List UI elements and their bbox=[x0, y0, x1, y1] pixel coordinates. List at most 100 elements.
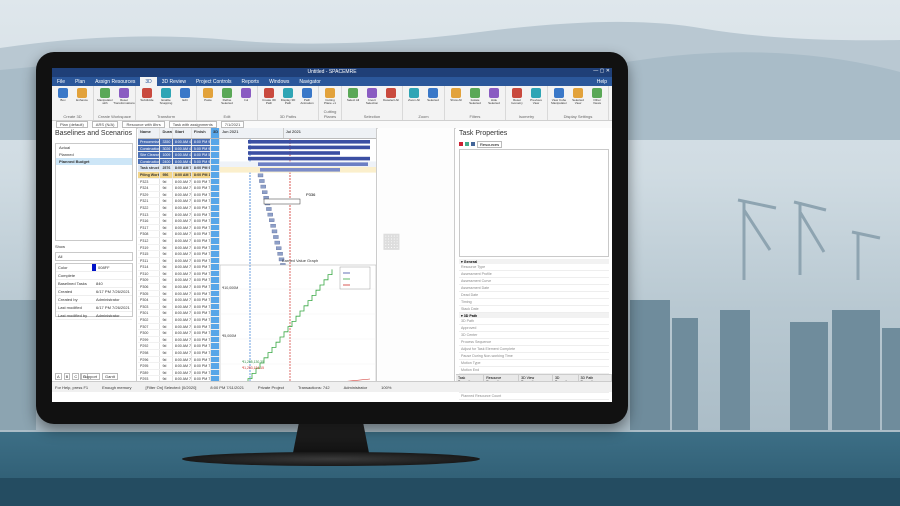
table-row[interactable]: P3049d8:00 AM 7/13/20218:00 PM 7/14/2021 bbox=[138, 297, 220, 304]
resources-button[interactable]: Resources bbox=[477, 140, 503, 148]
table-row[interactable]: P3019d8:00 AM 7/14/20218:00 PM 7/15/2021 bbox=[138, 310, 220, 318]
window-controls[interactable]: — ▢ ✕ bbox=[593, 68, 610, 74]
tab-gantt[interactable]: Gantt bbox=[102, 373, 118, 380]
menu-item-project-controls[interactable]: Project Controls bbox=[191, 77, 237, 86]
table-row[interactable]: Precommission33508:00 AM 4/26/20218:00 P… bbox=[138, 139, 220, 146]
table-row[interactable]: P3029d8:00 AM 7/14/20218:00 PM 7/15/2021 bbox=[138, 317, 220, 324]
table-row[interactable]: P3299d8:00 AM 7/5/20218:00 PM 7/6/2021 bbox=[138, 191, 220, 199]
table-row[interactable]: P3079d8:00 AM 7/15/20218:00 PM 7/16/2021 bbox=[138, 323, 220, 331]
toolbar-icon[interactable] bbox=[465, 142, 469, 146]
table-row[interactable]: P2959d8:00 AM 7/18/20218:00 PM 7/19/2021 bbox=[138, 363, 220, 370]
property-value[interactable] bbox=[534, 299, 609, 305]
table-row[interactable]: P3039d8:00 AM 7/13/20218:00 PM 7/14/2021 bbox=[138, 303, 220, 311]
table-row[interactable]: P3159d8:00 AM 7/9/20218:00 PM 7/10/2021 bbox=[138, 251, 220, 258]
column-header[interactable]: Duratio n bbox=[160, 128, 173, 138]
table-row[interactable]: Task structure A125768:00 AM 7/1/20218:0… bbox=[138, 165, 220, 172]
property-value[interactable] bbox=[94, 272, 132, 279]
status-user: Administrator bbox=[343, 384, 368, 390]
property-value[interactable] bbox=[534, 325, 609, 331]
property-name: Created by bbox=[58, 297, 78, 302]
table-row[interactable]: P3139d8:00 AM 7/6/20218:00 PM 7/7/2021 bbox=[138, 211, 220, 219]
property-value[interactable] bbox=[534, 318, 609, 324]
letter-tab[interactable]: A bbox=[55, 373, 62, 380]
table-row[interactable]: P3199d8:00 AM 7/9/20218:00 PM 7/10/2021 bbox=[138, 244, 220, 252]
table-row[interactable]: P3219d8:00 AM 7/5/20218:00 PM 7/6/2021 bbox=[138, 198, 220, 205]
plan-combo[interactable]: Plan (default) bbox=[56, 121, 88, 128]
menu-item-file[interactable]: File bbox=[52, 77, 70, 86]
property-value[interactable] bbox=[534, 278, 609, 284]
property-value[interactable] bbox=[534, 346, 609, 352]
table-row[interactable]: P3069d8:00 AM 7/12/20218:00 PM 7/13/2021 bbox=[138, 284, 220, 291]
menu-item-plan[interactable]: Plan bbox=[70, 77, 90, 86]
property-value[interactable] bbox=[534, 292, 609, 298]
menu-item-windows[interactable]: Windows bbox=[264, 77, 294, 86]
menu-item-reports[interactable]: Reports bbox=[237, 77, 265, 86]
column-header[interactable]: 3D Relati bbox=[210, 128, 220, 138]
letter-tab[interactable]: B bbox=[63, 373, 71, 380]
property-value[interactable] bbox=[534, 339, 609, 345]
table-row[interactable]: P3179d8:00 AM 7/7/20218:00 PM 7/8/2021 bbox=[138, 224, 220, 232]
column-header[interactable]: Name bbox=[138, 128, 161, 138]
table-row[interactable]: P3099d8:00 AM 7/11/20218:00 PM 7/12/2021 bbox=[138, 277, 220, 285]
table-row[interactable]: P3059d8:00 AM 7/12/20218:00 PM 7/13/2021 bbox=[138, 290, 220, 298]
property-value[interactable]: 6/17 PM 7/26/2021 bbox=[94, 304, 132, 311]
table-row[interactable]: P3089d8:00 AM 7/8/20218:00 PM 7/9/2021 bbox=[138, 231, 220, 238]
help-menu[interactable]: Help bbox=[592, 77, 612, 86]
table-row[interactable]: P3109d8:00 AM 7/11/20218:00 PM 7/12/2021 bbox=[138, 270, 220, 278]
date-field[interactable]: 7/1/2021 bbox=[220, 121, 245, 128]
table-row[interactable]: P3119d8:00 AM 7/10/20218:00 PM 7/11/2021 bbox=[138, 257, 220, 265]
table-row[interactable]: P3149d8:00 AM 7/10/20218:00 PM 7/11/2021 bbox=[138, 264, 220, 271]
tab-support[interactable]: Support bbox=[80, 373, 101, 380]
table-row[interactable]: Piling Works9568:00 AM 7/4/20218:00 PM 1… bbox=[138, 171, 220, 179]
property-value[interactable]: 008FF bbox=[92, 264, 132, 271]
column-header[interactable]: Finish bbox=[192, 128, 211, 138]
property-value[interactable] bbox=[534, 285, 609, 291]
menu-item-navigator[interactable]: Navigator bbox=[294, 77, 325, 86]
table-row[interactable]: P3229d8:00 AM 7/6/20218:00 PM 7/7/2021 bbox=[138, 204, 220, 212]
table-row[interactable]: P2899d8:00 AM 7/18/20218:00 PM 7/19/2021 bbox=[138, 369, 220, 377]
show-dropdown[interactable]: All bbox=[55, 252, 133, 261]
table-cell: 8:00 PM 7/10/2021 bbox=[193, 244, 211, 251]
property-value[interactable]: Administrator bbox=[94, 296, 132, 303]
table-row[interactable]: P3249d8:00 AM 7/4/20218:00 PM 7/5/2021 bbox=[138, 185, 220, 192]
property-value[interactable] bbox=[534, 271, 609, 277]
table-row[interactable]: P3239d8:00 AM 7/4/20218:00 PM 7/5/2021 bbox=[138, 178, 220, 186]
table-row[interactable]: P2969d8:00 AM 7/17/20218:00 PM 7/18/2021 bbox=[138, 356, 220, 364]
3d-view[interactable]: ▦ bbox=[378, 128, 455, 392]
table-row[interactable]: P2999d8:00 AM 7/16/20218:00 PM 7/17/2021 bbox=[138, 336, 220, 344]
table-row[interactable]: P2989d8:00 AM 7/17/20218:00 PM 7/18/2021 bbox=[138, 350, 220, 357]
property-value[interactable] bbox=[534, 264, 609, 270]
property-value[interactable] bbox=[534, 353, 609, 359]
property-value[interactable]: 840 bbox=[94, 280, 132, 287]
ribbon-button-icon bbox=[367, 88, 377, 98]
menu-item-3d-review[interactable]: 3D Review bbox=[157, 77, 191, 86]
property-value[interactable]: Administrator bbox=[94, 312, 132, 319]
column-header[interactable]: Start bbox=[173, 128, 192, 138]
menu-item-3d[interactable]: 3D bbox=[140, 77, 157, 86]
table-row[interactable]: Construction24008:00 AM 4/26/20215:00 PM… bbox=[138, 158, 220, 166]
property-value[interactable]: 6/17 PM 7/26/2021 bbox=[94, 288, 132, 295]
table-row[interactable]: P3129d8:00 AM 7/8/20218:00 PM 7/9/2021 bbox=[138, 237, 220, 245]
task-combo[interactable]: Task with assignments bbox=[168, 121, 217, 128]
property-value[interactable] bbox=[534, 306, 609, 312]
property-value[interactable] bbox=[534, 332, 609, 338]
baseline-item[interactable]: Actual bbox=[56, 144, 132, 151]
resource-combo[interactable]: Resource with 8hrs bbox=[122, 121, 165, 128]
toolbar-icon[interactable] bbox=[471, 142, 475, 146]
baseline-item[interactable]: Planned Budget bbox=[56, 158, 132, 165]
toolbar-icon[interactable] bbox=[459, 142, 463, 146]
table-cell: 8:00 AM 7/13/2021 bbox=[174, 303, 192, 310]
baseline-item[interactable]: Planned bbox=[56, 151, 132, 158]
table-cell: 9d bbox=[160, 369, 173, 376]
status-combo[interactable]: ARS (N/A) bbox=[91, 121, 119, 128]
property-value[interactable] bbox=[534, 367, 609, 373]
property-value[interactable] bbox=[534, 360, 609, 366]
letter-tab[interactable]: C bbox=[72, 373, 80, 380]
table-row[interactable]: P3009d8:00 AM 7/15/20218:00 PM 7/16/2021 bbox=[138, 330, 220, 337]
property-value[interactable] bbox=[534, 393, 609, 399]
table-row[interactable]: Construction30268:00 AM 4/26/20215:00 PM… bbox=[138, 145, 220, 153]
table-row[interactable]: P3169d8:00 AM 7/7/20218:00 PM 7/8/2021 bbox=[138, 218, 220, 225]
table-row[interactable]: Site Clearance10098:00 AM 4/26/20218:00 … bbox=[138, 152, 220, 159]
menu-item-assign-resources[interactable]: Assign Resources bbox=[90, 77, 140, 86]
table-row[interactable]: P2929d8:00 AM 7/16/20218:00 PM 7/17/2021 bbox=[138, 343, 220, 350]
